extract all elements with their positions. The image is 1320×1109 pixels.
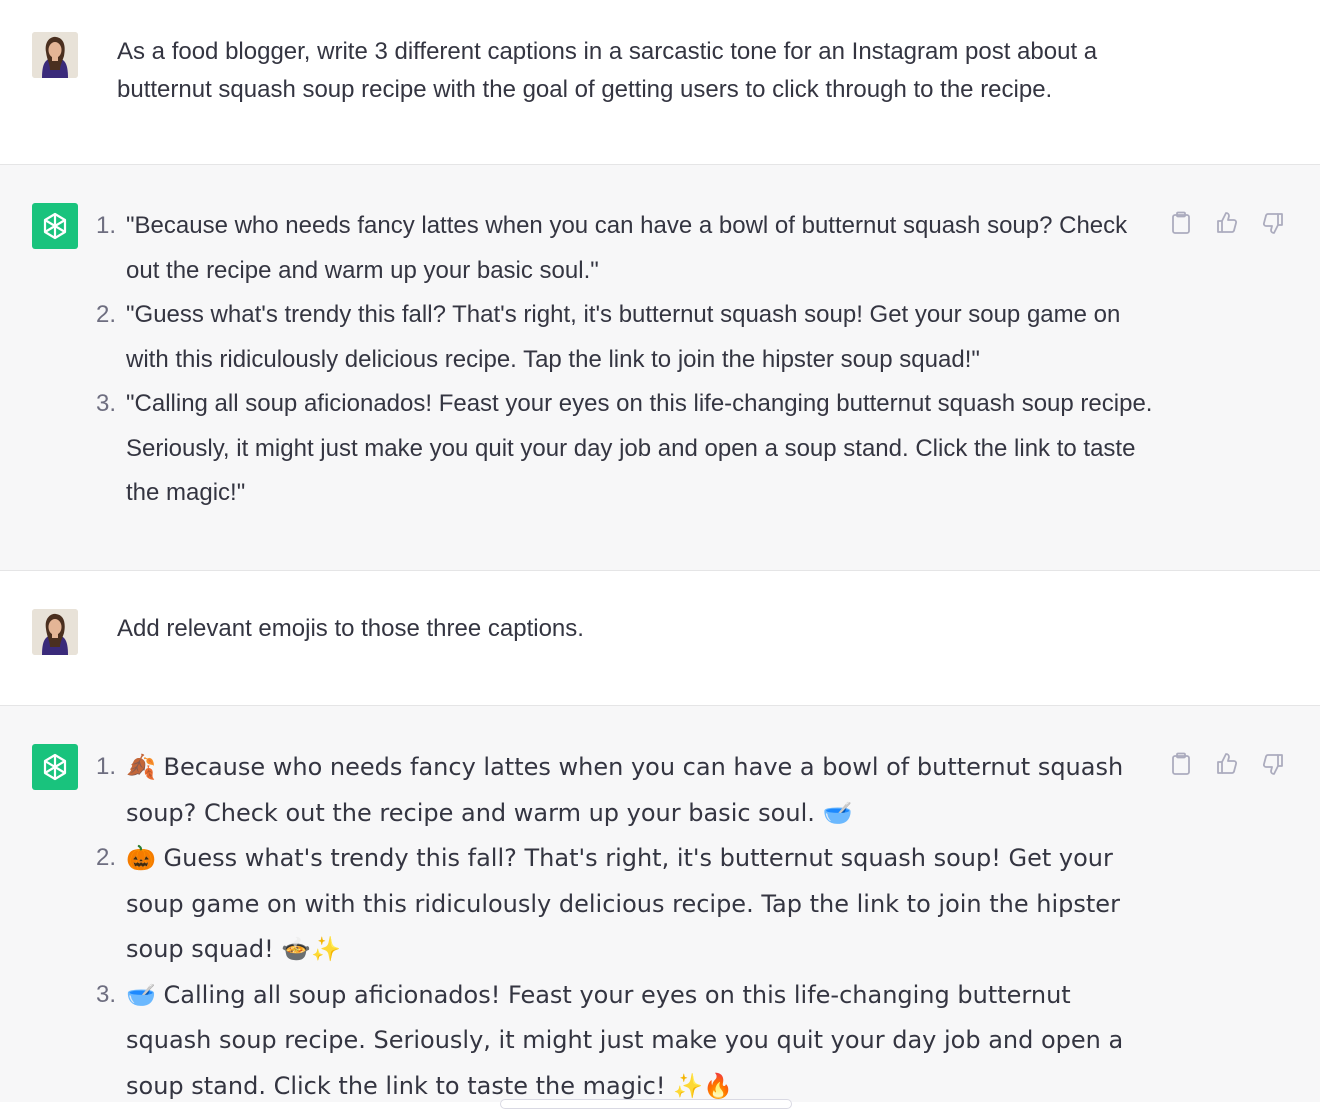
assistant-message-2: 1. 🍂 Because who needs fancy lattes when… <box>0 705 1320 1102</box>
thumbs-down-button[interactable] <box>1260 751 1286 777</box>
thumbs-down-button[interactable] <box>1260 210 1286 236</box>
thumbs-up-icon <box>1215 752 1239 776</box>
regenerate-button-edge[interactable] <box>500 1099 792 1109</box>
copy-button[interactable] <box>1168 751 1194 777</box>
list-number: 2. <box>78 836 116 881</box>
copy-button[interactable] <box>1168 210 1194 236</box>
list-number: 1. <box>78 745 116 790</box>
message-actions <box>1168 751 1286 777</box>
prompt-text: As a food blogger, write 3 different cap… <box>117 33 1177 109</box>
list-item: 3. "Calling all soup aficionados! Feast … <box>78 382 1160 516</box>
list-item-text: "Guess what's trendy this fall? That's r… <box>126 301 1120 373</box>
answer-list: 1. 🍂 Because who needs fancy lattes when… <box>78 745 1160 1109</box>
assistant-message-1: 1. "Because who needs fancy lattes when … <box>0 164 1320 571</box>
list-item: 2. "Guess what's trendy this fall? That'… <box>78 293 1160 382</box>
list-number: 1. <box>78 204 116 249</box>
list-number: 3. <box>78 382 116 427</box>
list-item-text: "Calling all soup aficionados! Feast you… <box>126 390 1152 506</box>
thumbs-up-button[interactable] <box>1214 210 1240 236</box>
list-number: 3. <box>78 973 116 1018</box>
thumbs-down-icon <box>1261 752 1285 776</box>
answer-list: 1. "Because who needs fancy lattes when … <box>78 204 1160 516</box>
list-item: 3. 🥣 Calling all soup aficionados! Feast… <box>78 973 1160 1109</box>
list-item: 1. "Because who needs fancy lattes when … <box>78 204 1160 293</box>
user-message-2: Add relevant emojis to those three capti… <box>0 571 1320 705</box>
thumbs-up-button[interactable] <box>1214 751 1240 777</box>
clipboard-icon <box>1170 752 1192 776</box>
message-actions <box>1168 210 1286 236</box>
list-item: 2. 🎃 Guess what's trendy this fall? That… <box>78 836 1160 973</box>
list-item-text: "Because who needs fancy lattes when you… <box>126 212 1127 284</box>
clipboard-icon <box>1170 211 1192 235</box>
list-item-text: 🍂 Because who needs fancy lattes when yo… <box>126 753 1123 827</box>
openai-logo-icon <box>32 744 78 790</box>
user-avatar <box>32 32 78 78</box>
thumbs-up-icon <box>1215 211 1239 235</box>
list-number: 2. <box>78 293 116 338</box>
prompt-text: Add relevant emojis to those three capti… <box>117 610 1177 648</box>
list-item-text: 🎃 Guess what's trendy this fall? That's … <box>126 844 1120 963</box>
list-item-text: 🥣 Calling all soup aficionados! Feast yo… <box>126 981 1123 1100</box>
user-message-1: As a food blogger, write 3 different cap… <box>0 0 1320 164</box>
openai-logo-icon <box>32 203 78 249</box>
thumbs-down-icon <box>1261 211 1285 235</box>
list-item: 1. 🍂 Because who needs fancy lattes when… <box>78 745 1160 836</box>
user-avatar <box>32 609 78 655</box>
